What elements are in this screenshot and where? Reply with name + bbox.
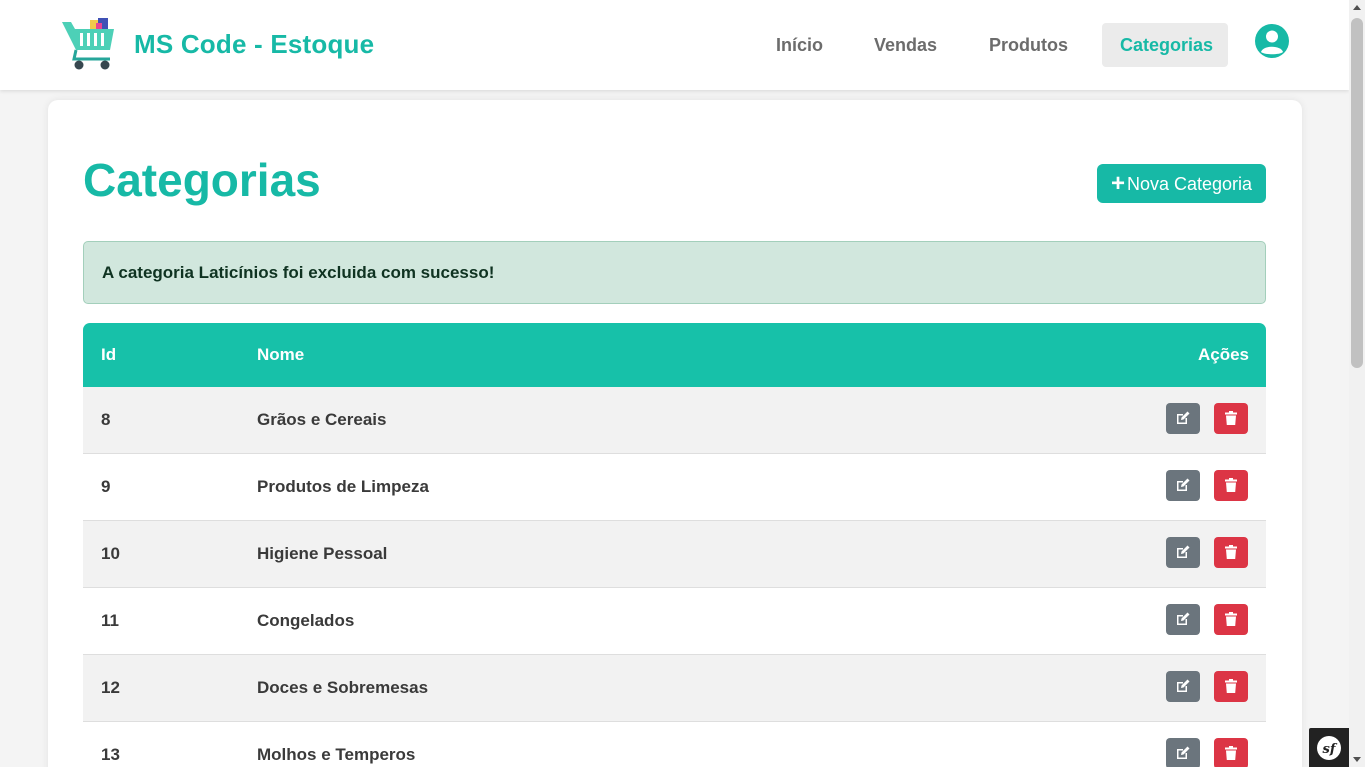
user-circle-icon[interactable]: [1254, 23, 1290, 59]
trash-icon: [1225, 679, 1237, 693]
row-name: Congelados: [257, 611, 355, 630]
edit-button[interactable]: [1166, 738, 1200, 767]
delete-button[interactable]: [1214, 470, 1248, 501]
trash-icon: [1225, 545, 1237, 559]
trash-icon: [1225, 411, 1237, 425]
trash-icon: [1225, 478, 1237, 492]
row-id: 8: [101, 410, 111, 429]
header-actions: Ações: [1197, 345, 1249, 364]
table-row: 12 Doces e Sobremesas: [83, 655, 1266, 722]
edit-button[interactable]: [1166, 671, 1200, 702]
nav-item-categorias[interactable]: Categorias: [1102, 23, 1228, 67]
delete-button[interactable]: [1214, 738, 1248, 767]
trash-icon: [1225, 612, 1237, 626]
row-name: Produtos de Limpeza: [257, 477, 429, 496]
table-row: 8 Grãos e Cereais: [83, 387, 1266, 454]
nav-item-produtos[interactable]: Produtos: [971, 23, 1086, 67]
row-name: Higiene Pessoal: [257, 544, 388, 563]
row-id: 13: [101, 745, 120, 764]
delete-button[interactable]: [1214, 537, 1248, 568]
new-category-button[interactable]: + Nova Categoria: [1097, 164, 1266, 203]
edit-icon: [1177, 411, 1190, 424]
edit-button[interactable]: [1166, 403, 1200, 434]
categories-table: Id Nome Ações 8 Grãos e Cereais 9 Produt…: [83, 323, 1266, 767]
table-row: 11 Congelados: [83, 588, 1266, 655]
row-id: 10: [101, 544, 120, 563]
edit-icon: [1177, 545, 1190, 558]
symfony-toolbar-toggle[interactable]: sf: [1309, 728, 1349, 767]
edit-button[interactable]: [1166, 537, 1200, 568]
row-id: 12: [101, 678, 120, 697]
nav-item-vendas[interactable]: Vendas: [856, 23, 955, 67]
table-row: 13 Molhos e Temperos: [83, 722, 1266, 767]
edit-icon: [1177, 679, 1190, 692]
delete-button[interactable]: [1214, 671, 1248, 702]
row-name: Molhos e Temperos: [257, 745, 416, 764]
row-name: Doces e Sobremesas: [257, 678, 429, 697]
brand-name[interactable]: MS Code - Estoque: [134, 29, 374, 60]
scroll-down-arrow-icon[interactable]: [1349, 751, 1365, 767]
navbar: MS Code - Estoque Início Vendas Produtos…: [0, 0, 1349, 90]
edit-icon: [1177, 746, 1190, 759]
header-id: Id: [101, 345, 117, 364]
row-id: 9: [101, 477, 111, 496]
edit-button[interactable]: [1166, 470, 1200, 501]
page-title: Categorias: [83, 154, 321, 206]
symfony-icon: sf: [1317, 736, 1341, 760]
trash-icon: [1225, 746, 1237, 760]
row-name: Grãos e Cereais: [257, 410, 387, 429]
delete-button[interactable]: [1214, 604, 1248, 635]
content-card: Categorias + Nova Categoria A categoria L…: [48, 100, 1302, 767]
table-header: Id Nome Ações: [83, 323, 1266, 387]
edit-icon: [1177, 612, 1190, 625]
plus-icon: +: [1110, 170, 1125, 197]
scrollbar-thumb[interactable]: [1351, 18, 1363, 368]
delete-button[interactable]: [1214, 403, 1248, 434]
table-row: 10 Higiene Pessoal: [83, 521, 1266, 588]
row-id: 11: [101, 611, 119, 630]
nav-item-inicio[interactable]: Início: [758, 23, 841, 67]
edit-button[interactable]: [1166, 604, 1200, 635]
success-alert: A categoria Laticínios foi excluida com …: [83, 241, 1266, 304]
edit-icon: [1177, 478, 1190, 491]
vertical-scrollbar[interactable]: [1349, 0, 1365, 767]
header-name: Nome: [257, 345, 305, 364]
scroll-up-arrow-icon[interactable]: [1349, 0, 1365, 16]
shopping-cart-icon[interactable]: [60, 17, 118, 73]
new-category-label: Nova Categoria: [1126, 174, 1253, 194]
table-row: 9 Produtos de Limpeza: [83, 454, 1266, 521]
